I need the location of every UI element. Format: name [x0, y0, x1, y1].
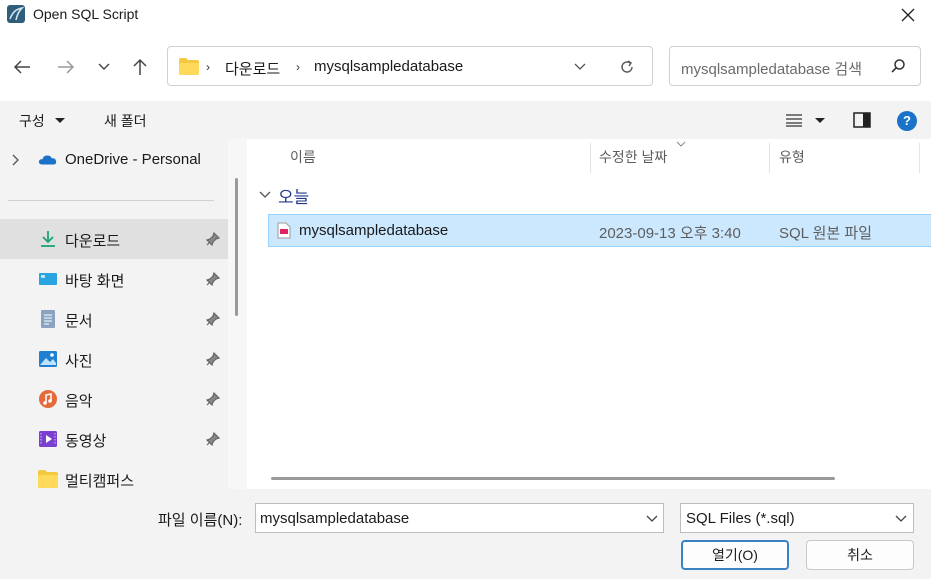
arrow-right-icon [58, 60, 75, 74]
filename-label: 파일 이름(N): [158, 512, 243, 529]
sidebar-item-videos[interactable]: 동영상 [0, 419, 228, 459]
column-divider[interactable] [590, 143, 591, 173]
file-name: mysqlsampledatabase [299, 222, 449, 239]
file-type: SQL 원본 파일 [779, 225, 872, 242]
horizontal-scrollbar-thumb[interactable] [271, 477, 835, 480]
file-type-filter-select[interactable]: SQL Files (*.sql) [680, 503, 914, 533]
view-options-caret-icon [815, 118, 825, 123]
list-view-icon [786, 114, 802, 127]
up-button[interactable] [128, 55, 152, 79]
forward-button[interactable] [54, 55, 78, 79]
breadcrumb-separator-icon: › [206, 60, 210, 74]
preview-pane-icon [853, 112, 871, 128]
sidebar-item-pictures[interactable]: 사진 [0, 339, 228, 379]
sort-chevron-icon [676, 141, 686, 147]
column-header-type[interactable]: 유형 [779, 147, 805, 167]
search-placeholder: mysqlsampledatabase 검색 [681, 61, 863, 78]
sidebar-item-label: 바탕 화면 [65, 273, 125, 290]
chevron-down-icon [895, 515, 907, 522]
sidebar-item-label: 동영상 [65, 433, 107, 450]
file-list-pane: 이름 수정한 날짜 유형 오늘 mysqlsampledatabase 2023… [247, 139, 931, 489]
organize-caret-icon [55, 118, 65, 123]
cancel-button[interactable]: 취소 [806, 540, 914, 570]
arrow-up-icon [133, 58, 147, 75]
folder-icon [38, 470, 58, 488]
view-options-button[interactable] [785, 113, 803, 130]
desktop-icon [39, 273, 57, 285]
refresh-icon [621, 60, 633, 73]
command-bar: 구성 새 폴더 ? [0, 101, 931, 139]
document-icon [41, 310, 55, 328]
filename-value: mysqlsampledatabase [260, 510, 410, 527]
video-icon [39, 431, 57, 447]
sidebar-item-label: 음악 [65, 393, 93, 410]
navigation-pane: OneDrive - Personal 다운로드 바탕 화면 문서 사진 음악 … [0, 139, 228, 489]
organize-button[interactable]: 구성 [19, 111, 45, 131]
arrow-left-icon [13, 60, 30, 74]
chevron-down-icon[interactable] [646, 515, 658, 523]
column-divider[interactable] [919, 143, 920, 173]
sidebar-item-multicampus[interactable]: 멀티캠퍼스 [0, 459, 228, 489]
chevron-down-icon [98, 63, 110, 70]
back-button[interactable] [10, 55, 34, 79]
breadcrumb-downloads[interactable]: 다운로드 [225, 58, 280, 79]
sql-file-icon [277, 222, 291, 239]
onedrive-cloud-icon [38, 155, 57, 165]
column-divider[interactable] [769, 143, 770, 173]
chevron-down-icon [574, 63, 586, 70]
search-icon [891, 59, 905, 73]
pin-icon [206, 312, 220, 326]
recent-locations-button[interactable] [92, 55, 116, 79]
title-bar: Open SQL Script [0, 0, 931, 30]
close-icon [901, 8, 915, 22]
chevron-down-icon[interactable] [259, 191, 271, 199]
music-icon [39, 390, 57, 408]
file-row[interactable]: mysqlsampledatabase 2023-09-13 오후 3:40 S… [268, 214, 931, 247]
sidebar-item-label: 멀티캠퍼스 [65, 473, 135, 489]
close-button[interactable] [885, 0, 931, 30]
pin-icon [206, 352, 220, 366]
mysql-workbench-icon [7, 5, 25, 23]
preview-pane-button[interactable] [853, 112, 871, 131]
download-arrow-icon [41, 231, 55, 247]
dialog-footer: 파일 이름(N): mysqlsampledatabase SQL Files … [0, 489, 931, 579]
sidebar-item-desktop[interactable]: 바탕 화면 [0, 259, 228, 299]
address-bar[interactable]: › 다운로드 › mysqlsampledatabase [167, 46, 653, 86]
chevron-right-icon [12, 154, 19, 166]
new-folder-button[interactable]: 새 폴더 [104, 111, 147, 131]
file-date: 2023-09-13 오후 3:40 [599, 225, 741, 242]
filename-input[interactable]: mysqlsampledatabase [255, 503, 664, 533]
pin-icon [206, 272, 220, 286]
nav-divider [8, 200, 214, 201]
column-header-name[interactable]: 이름 [290, 147, 316, 167]
nav-scrollbar-thumb[interactable] [235, 178, 238, 316]
sidebar-item-label: 다운로드 [65, 233, 121, 250]
pin-icon [206, 232, 220, 246]
sidebar-item-label: 사진 [65, 353, 93, 370]
pin-icon [206, 432, 220, 446]
breadcrumb-separator-icon: › [296, 60, 300, 74]
sidebar-item-music[interactable]: 음악 [0, 379, 228, 419]
refresh-button[interactable] [616, 57, 638, 77]
nav-item-onedrive[interactable]: OneDrive - Personal [0, 140, 228, 180]
help-icon[interactable]: ? [897, 111, 917, 131]
column-header-date[interactable]: 수정한 날짜 [599, 147, 667, 167]
sidebar-item-documents[interactable]: 문서 [0, 299, 228, 339]
pictures-icon [39, 351, 57, 367]
sidebar-item-label: 문서 [65, 313, 93, 330]
group-header-today[interactable]: 오늘 [278, 183, 309, 208]
folder-icon [179, 58, 199, 75]
window-title: Open SQL Script [33, 6, 139, 22]
pin-icon [206, 392, 220, 406]
file-type-filter-value: SQL Files (*.sql) [686, 510, 795, 527]
open-button[interactable]: 열기(O) [681, 540, 789, 570]
onedrive-label: OneDrive - Personal [65, 151, 201, 168]
breadcrumb-current-folder[interactable]: mysqlsampledatabase [314, 58, 463, 75]
address-history-dropdown[interactable] [570, 59, 590, 75]
address-row: › 다운로드 › mysqlsampledatabase mysqlsample… [0, 38, 931, 94]
search-input[interactable]: mysqlsampledatabase 검색 [669, 46, 921, 86]
sidebar-item-downloads[interactable]: 다운로드 [0, 219, 228, 259]
